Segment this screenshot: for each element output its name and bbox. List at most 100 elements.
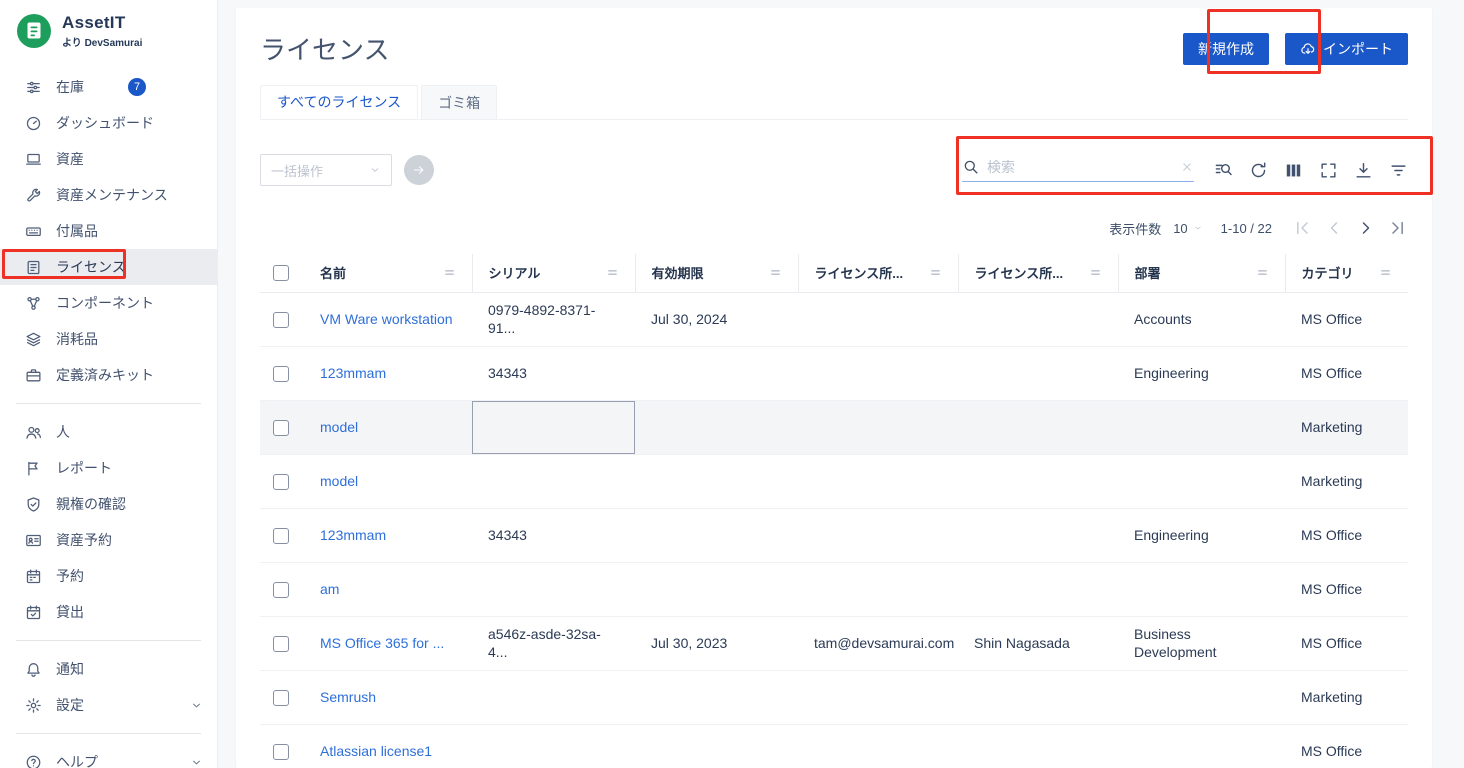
column-header-4[interactable]: ライセンス所...	[958, 254, 1118, 292]
search-input[interactable]	[987, 159, 1172, 175]
pagination-range: 1-10 / 22	[1221, 221, 1272, 236]
cell-category: MS Office	[1285, 508, 1408, 562]
sidebar-item-notifications[interactable]: 通知	[0, 651, 217, 687]
sidebar-item-help[interactable]: ヘルプ	[0, 744, 217, 768]
column-menu-icon[interactable]	[769, 266, 782, 279]
license-name-link[interactable]: Semrush	[320, 689, 376, 705]
filter-icon[interactable]	[1389, 161, 1408, 180]
sidebar-item-reports[interactable]: レポート	[0, 450, 217, 486]
license-name-link[interactable]: model	[320, 473, 358, 489]
column-header-2[interactable]: 有効期限	[635, 254, 798, 292]
row-checkbox[interactable]	[273, 528, 289, 544]
cell-name: Atlassian license1	[304, 724, 472, 768]
row-checkbox[interactable]	[273, 420, 289, 436]
sidebar-item-inventory[interactable]: 在庫7	[0, 69, 217, 105]
cell-name: 123mmam	[304, 346, 472, 400]
last-page-icon[interactable]	[1388, 218, 1408, 238]
sidebar-item-dashboard[interactable]: ダッシュボード	[0, 105, 217, 141]
cell-category: MS Office	[1285, 562, 1408, 616]
reports-icon	[25, 460, 42, 477]
columns-icon[interactable]	[1284, 161, 1303, 180]
first-page-icon[interactable]	[1292, 218, 1312, 238]
sidebar-divider	[16, 640, 201, 641]
sidebar-item-audit[interactable]: 親権の確認	[0, 486, 217, 522]
sidebar-item-asset-booking[interactable]: 資産予約	[0, 522, 217, 558]
sidebar-item-kits[interactable]: 定義済みキット	[0, 357, 217, 393]
sidebar-item-label: 予約	[56, 566, 84, 586]
column-menu-icon[interactable]	[1256, 266, 1269, 279]
sidebar-item-components[interactable]: コンポーネント	[0, 285, 217, 321]
row-checkbox[interactable]	[273, 474, 289, 490]
bell-icon	[25, 661, 42, 678]
clear-search-icon[interactable]	[1180, 160, 1194, 174]
column-menu-icon[interactable]	[606, 266, 619, 279]
fullscreen-icon[interactable]	[1319, 161, 1338, 180]
row-checkbox[interactable]	[273, 312, 289, 328]
tab-all-licenses[interactable]: すべてのライセンス	[260, 85, 418, 119]
page-size-select[interactable]: 10	[1173, 221, 1202, 236]
cell-serial: a546z-asde-32sa-4...	[472, 616, 635, 670]
table-row: MS Office 365 for ... a546z-asde-32sa-4..…	[260, 616, 1408, 670]
refresh-icon[interactable]	[1249, 161, 1268, 180]
column-header-0[interactable]: 名前	[304, 254, 472, 292]
sidebar-item-consumables[interactable]: 消耗品	[0, 321, 217, 357]
table-row: VM Ware workstation0979-4892-8371-91...J…	[260, 292, 1408, 346]
column-menu-icon[interactable]	[443, 266, 456, 279]
column-menu-icon[interactable]	[1089, 266, 1102, 279]
download-icon[interactable]	[1354, 161, 1373, 180]
sidebar-item-asset-maintenance[interactable]: 資産メンテナンス	[0, 177, 217, 213]
prev-page-icon[interactable]	[1324, 218, 1344, 238]
column-header-6[interactable]: カテゴリ	[1285, 254, 1408, 292]
select-all-checkbox[interactable]	[273, 265, 289, 281]
sidebar-item-assets[interactable]: 資産	[0, 141, 217, 177]
sidebar-item-licenses[interactable]: ライセンス	[0, 249, 217, 285]
license-name-link[interactable]: 123mmam	[320, 365, 386, 381]
column-header-3[interactable]: ライセンス所...	[798, 254, 958, 292]
cell-name: 123mmam	[304, 508, 472, 562]
sidebar-item-checkout[interactable]: 貸出	[0, 594, 217, 630]
cell-name: VM Ware workstation	[304, 292, 472, 346]
create-button[interactable]: 新規作成	[1183, 33, 1269, 65]
cell-licensed-name	[958, 400, 1118, 454]
row-checkbox[interactable]	[273, 690, 289, 706]
sidebar-item-people[interactable]: 人	[0, 414, 217, 450]
page-header: ライセンス 新規作成 インポート	[260, 28, 1408, 85]
row-checkbox[interactable]	[273, 744, 289, 760]
column-menu-icon[interactable]	[1379, 266, 1392, 279]
page-title: ライセンス	[260, 30, 389, 67]
license-name-link[interactable]: MS Office 365 for ...	[320, 635, 444, 651]
column-header-1[interactable]: シリアル	[472, 254, 635, 292]
import-button[interactable]: インポート	[1285, 33, 1408, 65]
next-page-icon[interactable]	[1356, 218, 1376, 238]
sidebar-item-settings[interactable]: 設定	[0, 687, 217, 723]
license-name-link[interactable]: model	[320, 419, 358, 435]
license-name-link[interactable]: Atlassian license1	[320, 743, 432, 759]
asset-booking-icon	[25, 532, 42, 549]
row-checkbox[interactable]	[273, 582, 289, 598]
column-menu-icon[interactable]	[929, 266, 942, 279]
license-name-link[interactable]: 123mmam	[320, 527, 386, 543]
app-logo[interactable]: AssetIT より DevSamurai	[0, 0, 217, 57]
count-badge: 7	[128, 78, 146, 96]
cell-category: Marketing	[1285, 454, 1408, 508]
bulk-action-go-button[interactable]	[404, 155, 434, 185]
advanced-search-icon[interactable]	[1214, 161, 1233, 180]
cell-expiry: Jul 30, 2024	[635, 292, 798, 346]
license-name-link[interactable]: am	[320, 581, 339, 597]
search-icon	[962, 158, 979, 175]
row-checkbox[interactable]	[273, 366, 289, 382]
tab-trash[interactable]: ゴミ箱	[421, 85, 497, 119]
cell-name: am	[304, 562, 472, 616]
sidebar-item-accessories[interactable]: 付属品	[0, 213, 217, 249]
table-row: modelMarketing	[260, 400, 1408, 454]
sidebar-item-label: 貸出	[56, 602, 84, 622]
sidebar-item-reservations[interactable]: 予約	[0, 558, 217, 594]
column-header-5[interactable]: 部署	[1118, 254, 1285, 292]
cell-licensed-name	[958, 346, 1118, 400]
license-name-link[interactable]: VM Ware workstation	[320, 311, 453, 327]
bulk-action-select[interactable]: 一括操作	[260, 154, 392, 186]
chevron-down-icon	[190, 699, 203, 712]
cell-expiry: Jul 30, 2023	[635, 616, 798, 670]
cell-expiry	[635, 670, 798, 724]
row-checkbox[interactable]	[273, 636, 289, 652]
